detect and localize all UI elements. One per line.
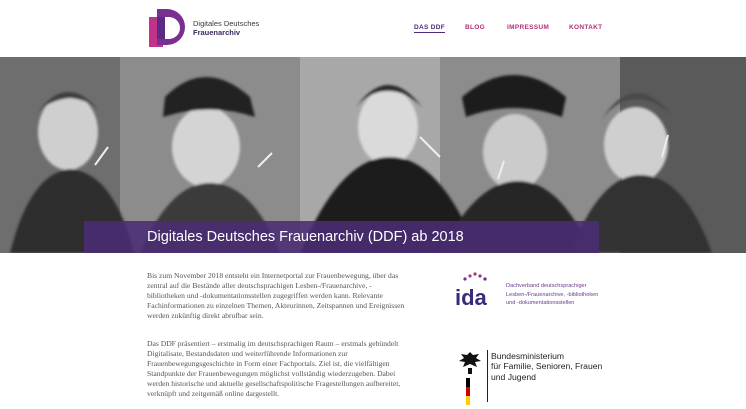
nav-das-ddf[interactable]: DAS DDF (414, 24, 445, 31)
ddf-logo-icon[interactable] (147, 7, 187, 49)
description-paragraph: Das DDF präsentiert – erstmalig im deuts… (147, 339, 401, 398)
ministry-line-3: und Jugend (491, 371, 536, 382)
logo-line-2: Frauenarchiv (193, 28, 241, 37)
ida-description: Dachverband deutschsprachiger Lesben-/Fr… (506, 282, 636, 308)
nav-blog[interactable]: BLOG (465, 24, 485, 31)
site-header: Digitales Deutsches Frauenarchiv DAS DDF… (0, 0, 746, 57)
logo-wordmark[interactable]: Digitales Deutsches Frauenarchiv (193, 19, 259, 37)
logo-line-1: Digitales Deutsches (193, 19, 260, 28)
ministry-line-2: für Familie, Senioren, Frauen (491, 361, 603, 372)
nav-kontakt[interactable]: KONTAKT (569, 24, 602, 31)
ida-line-3: und -dokumentationsstellen (506, 300, 575, 307)
intro-paragraph: Bis zum November 2018 entsteht ein Inter… (147, 271, 405, 320)
federal-eagle-icon[interactable] (455, 348, 485, 406)
ida-line-2: Lesben-/Frauenarchive, -bibliotheken (506, 291, 599, 298)
ida-line-1: Dachverband deutschsprachiger (506, 283, 587, 289)
hero-title: Digitales Deutsches Frauenarchiv (DDF) a… (147, 229, 464, 245)
ministry-name[interactable]: Bundesministerium für Familie, Senioren,… (491, 351, 621, 382)
nav-impressum[interactable]: IMPRESSUM (507, 24, 549, 31)
ida-logo-text: ida (455, 285, 488, 309)
ministry-divider (487, 350, 488, 402)
ida-logo-icon[interactable]: ida (453, 271, 495, 309)
ministry-line-1: Bundesministerium (491, 351, 565, 361)
